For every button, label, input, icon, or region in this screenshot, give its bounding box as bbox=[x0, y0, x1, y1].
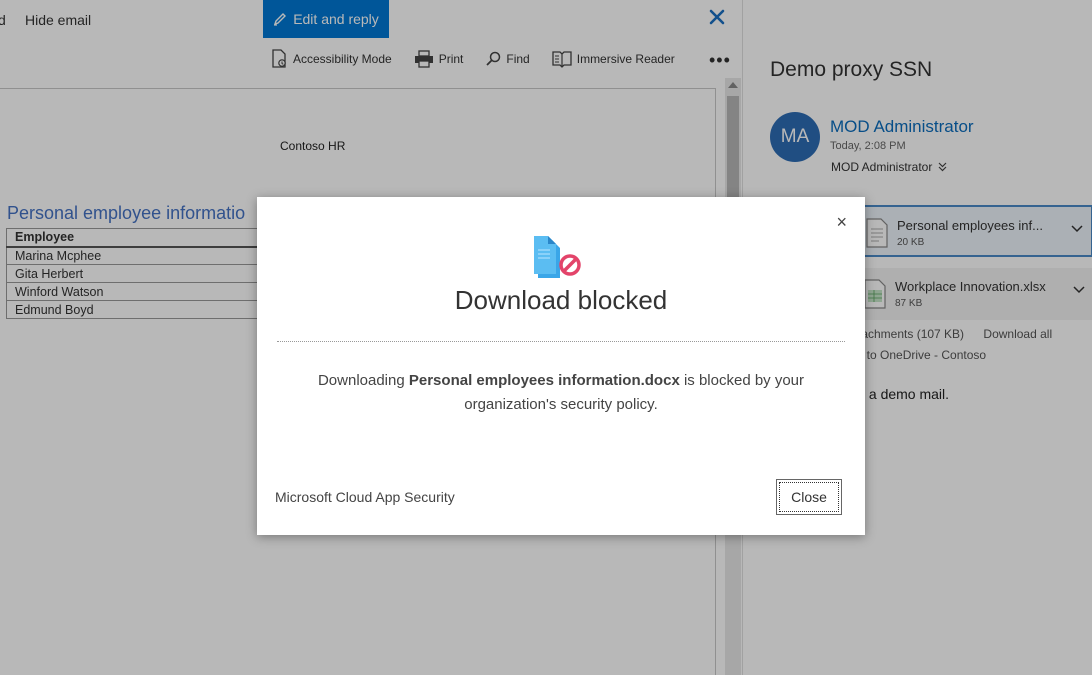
dialog-divider bbox=[277, 341, 845, 342]
blocked-filename: Personal employees information.docx bbox=[408, 372, 680, 389]
close-icon[interactable]: × bbox=[836, 213, 847, 231]
dialog-message: Downloading Personal employees informati… bbox=[297, 369, 825, 417]
dialog-footer-brand: Microsoft Cloud App Security bbox=[275, 489, 455, 505]
close-button[interactable]: Close bbox=[776, 479, 842, 515]
download-blocked-dialog: × Download blocked Downloading Personal … bbox=[257, 197, 865, 535]
dialog-title: Download blocked bbox=[454, 285, 668, 315]
message-prefix: Downloading bbox=[317, 372, 409, 389]
blocked-file-icon bbox=[534, 236, 581, 278]
